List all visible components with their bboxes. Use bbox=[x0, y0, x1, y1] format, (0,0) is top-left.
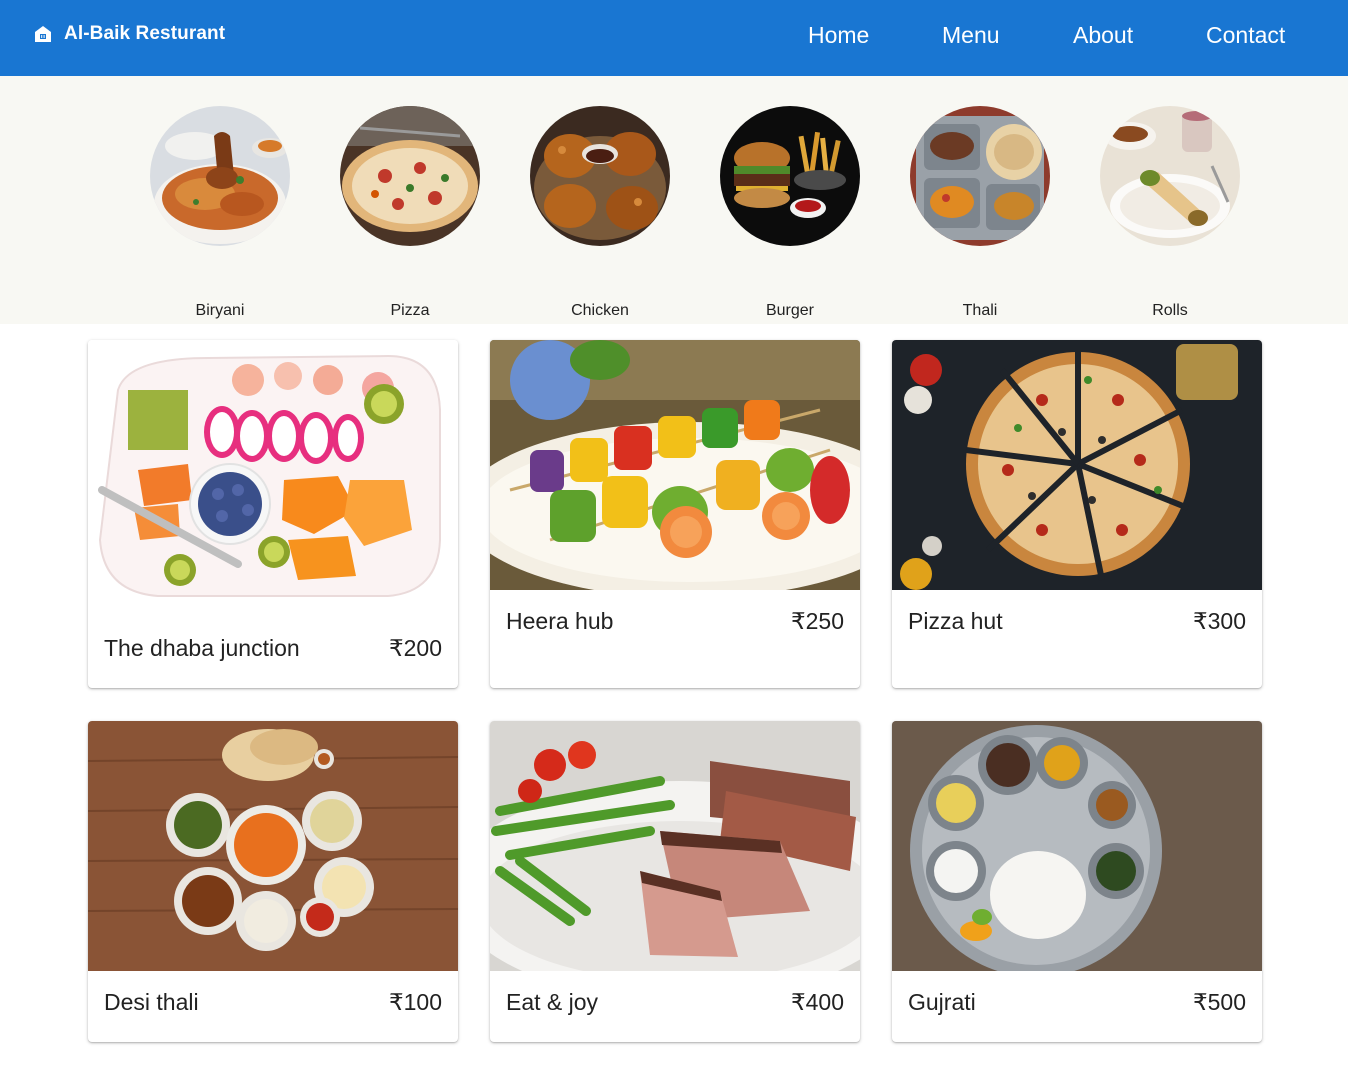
pizza-image bbox=[892, 340, 1262, 590]
biryani-image bbox=[150, 106, 290, 246]
category-label-pizza: Pizza bbox=[390, 302, 430, 319]
restaurant-name: The dhaba junction bbox=[104, 635, 300, 661]
category-strip: Biryani Pizza Chicken Burger Thali Rolls bbox=[0, 76, 1348, 324]
category-chicken[interactable]: Chicken bbox=[530, 106, 670, 319]
nav-link-contact[interactable]: Contact bbox=[1206, 22, 1285, 49]
thali-image bbox=[910, 106, 1050, 246]
restaurant-name: Pizza hut bbox=[908, 608, 1003, 634]
restaurant-price: ₹250 bbox=[790, 608, 844, 634]
vegetable-skewers-image bbox=[490, 340, 860, 590]
top-navbar: Al-Baik Resturant Home Menu About Contac… bbox=[0, 0, 1348, 76]
restaurant-price: ₹500 bbox=[1192, 989, 1246, 1015]
restaurant-name: Gujrati bbox=[908, 989, 976, 1015]
category-label-burger: Burger bbox=[765, 302, 815, 319]
nav-link-menu[interactable]: Menu bbox=[942, 22, 1000, 49]
restaurant-name: Eat & joy bbox=[506, 989, 599, 1015]
category-pizza[interactable]: Pizza bbox=[340, 106, 480, 319]
rolls-image bbox=[1100, 106, 1240, 246]
restaurant-card-desi-thali[interactable]: Desi thali ₹100 bbox=[88, 721, 458, 1042]
restaurant-price: ₹300 bbox=[1192, 608, 1246, 634]
chicken-image bbox=[530, 106, 670, 246]
desi-thali-image bbox=[88, 721, 458, 971]
category-rolls[interactable]: Rolls bbox=[1100, 106, 1240, 319]
category-label-chicken: Chicken bbox=[571, 302, 629, 319]
restaurant-price: ₹400 bbox=[790, 989, 844, 1015]
restaurant-card-pizza-hut[interactable]: Pizza hut ₹300 bbox=[892, 340, 1262, 688]
restaurant-price: ₹200 bbox=[388, 635, 442, 661]
category-label-biryani: Biryani bbox=[195, 302, 245, 319]
category-thali[interactable]: Thali bbox=[910, 106, 1050, 319]
restaurant-price: ₹100 bbox=[388, 989, 442, 1015]
category-biryani[interactable]: Biryani bbox=[150, 106, 290, 319]
restaurant-card-heera-hub[interactable]: Heera hub ₹250 bbox=[490, 340, 860, 688]
steak-asparagus-image bbox=[490, 721, 860, 971]
restaurant-card-eat-and-joy[interactable]: Eat & joy ₹400 bbox=[490, 721, 860, 1042]
brand-name: Al-Baik Resturant bbox=[64, 23, 226, 44]
brand[interactable]: Al-Baik Resturant bbox=[34, 20, 225, 48]
nav-link-about[interactable]: About bbox=[1073, 22, 1133, 49]
restaurant-card-dhaba-junction[interactable]: The dhaba junction ₹200 bbox=[88, 340, 458, 688]
restaurant-card-gujrati[interactable]: Gujrati ₹500 bbox=[892, 721, 1262, 1042]
category-label-thali: Thali bbox=[962, 302, 998, 319]
restaurant-name: Desi thali bbox=[104, 989, 199, 1015]
home-icon bbox=[35, 26, 51, 42]
gujrati-thali-image bbox=[892, 721, 1262, 971]
burger-image bbox=[720, 106, 860, 246]
category-label-rolls: Rolls bbox=[1152, 302, 1188, 319]
fruit-platter-image bbox=[88, 340, 458, 600]
category-burger[interactable]: Burger bbox=[720, 106, 860, 319]
restaurant-name: Heera hub bbox=[506, 608, 614, 634]
nav-link-home[interactable]: Home bbox=[808, 22, 869, 49]
pizza-image bbox=[340, 106, 480, 246]
